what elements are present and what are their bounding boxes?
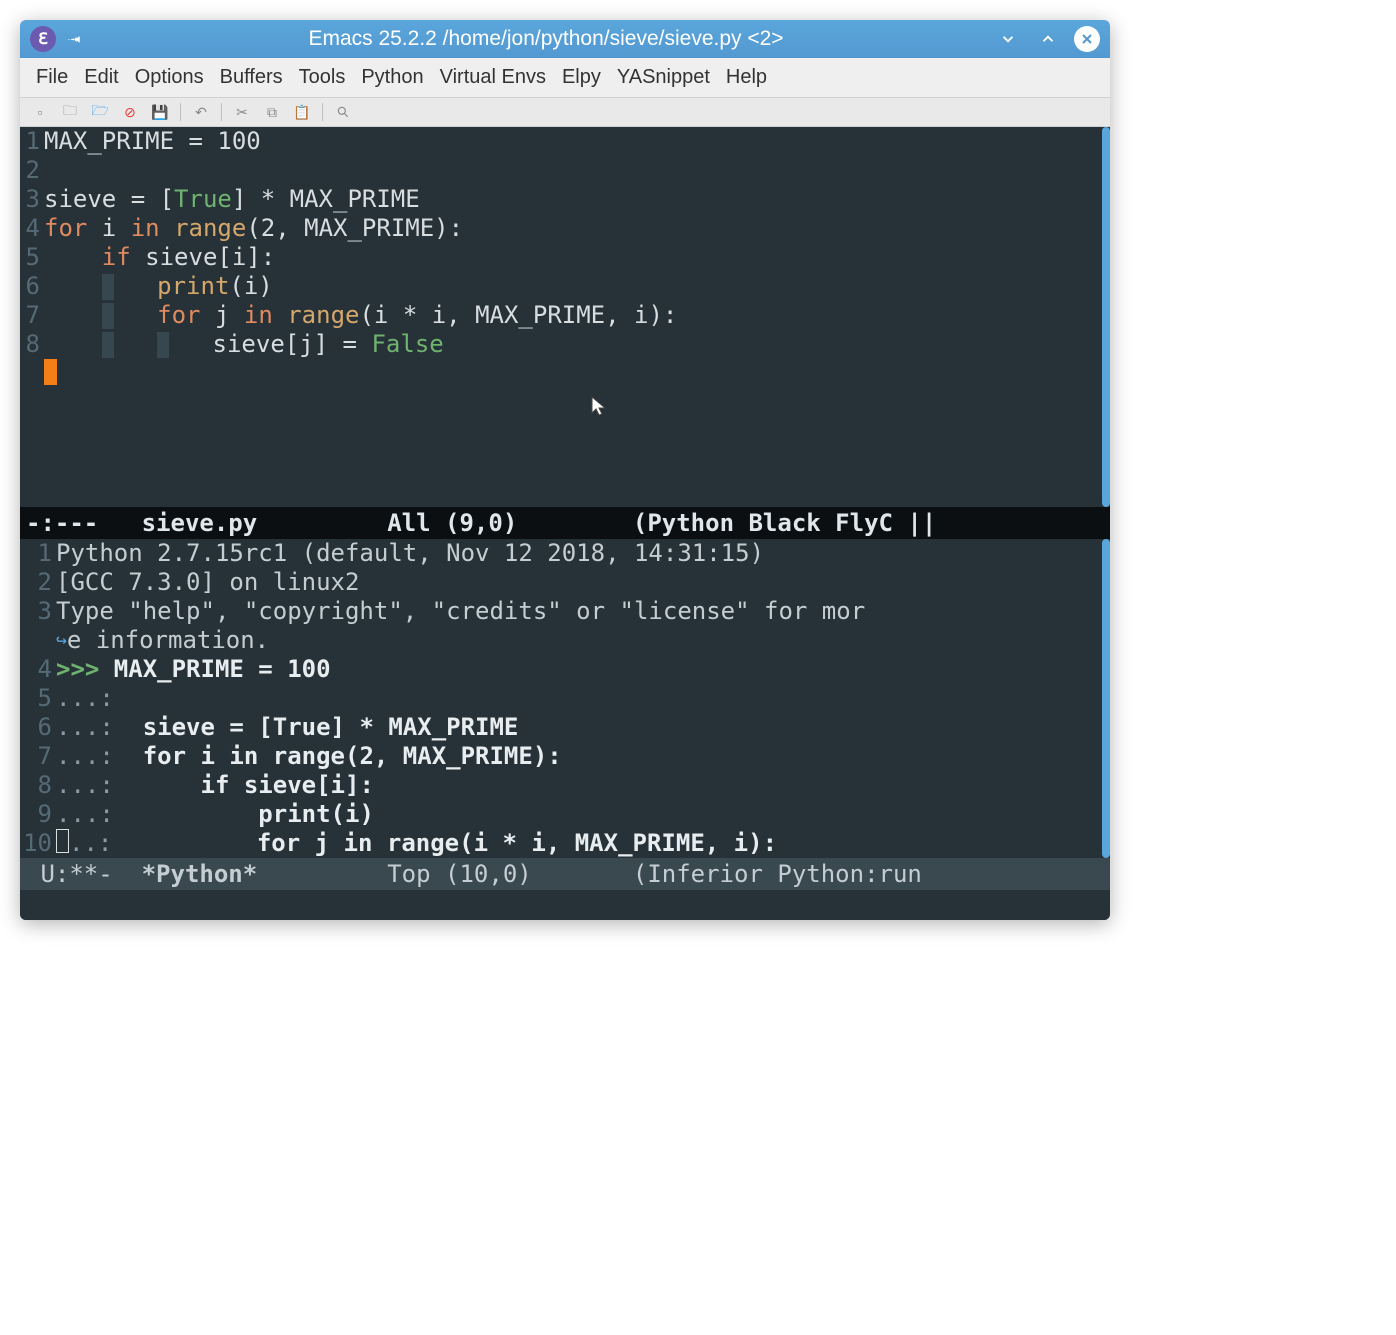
modeline-source[interactable]: -:--- sieve.py All (9,0) (Python Black F… bbox=[20, 507, 1110, 539]
editor-area: 12345678 MAX_PRIME = 100 sieve = [True] *… bbox=[20, 127, 1110, 920]
code-line[interactable]: if sieve[i]: bbox=[44, 243, 1102, 272]
open-file-icon[interactable]: 🗁 bbox=[90, 102, 110, 122]
code-line[interactable]: MAX_PRIME = 100 bbox=[44, 127, 1102, 156]
repl-line[interactable]: ...: if sieve[i]: bbox=[56, 771, 1102, 800]
cut-icon[interactable]: ✂ bbox=[232, 102, 252, 122]
new-file-icon[interactable]: ▫ bbox=[30, 102, 50, 122]
copy-icon[interactable]: ⧉ bbox=[262, 102, 282, 122]
menu-edit[interactable]: Edit bbox=[78, 64, 124, 91]
modeline-buffer: *Python* bbox=[142, 860, 258, 888]
modeline-position: Top (10,0) bbox=[257, 860, 633, 888]
code-line[interactable]: for j in range(i * i, MAX_PRIME, i): bbox=[44, 301, 1102, 330]
menu-python[interactable]: Python bbox=[355, 64, 429, 91]
line-gutter: 12345678 bbox=[20, 127, 44, 507]
source-pane[interactable]: 12345678 MAX_PRIME = 100 sieve = [True] *… bbox=[20, 127, 1110, 507]
modeline-position: All (9,0) bbox=[257, 509, 633, 537]
repl-line[interactable]: ...: bbox=[56, 684, 1102, 713]
repl-output[interactable]: Python 2.7.15rc1 (default, Nov 12 2018, … bbox=[56, 539, 1110, 858]
menu-help[interactable]: Help bbox=[720, 64, 773, 91]
modeline-buffer: sieve.py bbox=[142, 509, 258, 537]
code-line[interactable]: sieve[j] = False bbox=[44, 330, 1102, 359]
close-icon[interactable]: ⊘ bbox=[120, 102, 140, 122]
code-line[interactable]: for i in range(2, MAX_PRIME): bbox=[44, 214, 1102, 243]
window-controls bbox=[994, 25, 1100, 53]
line-gutter: 123 45678910 bbox=[20, 539, 56, 858]
separator bbox=[221, 103, 222, 121]
repl-line[interactable]: ..: for j in range(i * i, MAX_PRIME, i): bbox=[56, 829, 1102, 858]
minimize-button[interactable] bbox=[994, 25, 1022, 53]
undo-icon[interactable]: ↶ bbox=[191, 102, 211, 122]
source-code[interactable]: MAX_PRIME = 100 sieve = [True] * MAX_PRIM… bbox=[44, 127, 1110, 507]
repl-line[interactable]: [GCC 7.3.0] on linux2 bbox=[56, 568, 1102, 597]
menu-buffers[interactable]: Buffers bbox=[214, 64, 289, 91]
code-line[interactable]: sieve = [True] * MAX_PRIME bbox=[44, 185, 1102, 214]
open-dir-icon[interactable]: 🗀 bbox=[60, 102, 80, 122]
emacs-window: ℇ Emacs 25.2.2 /home/jon/python/sieve/si… bbox=[20, 20, 1110, 920]
text-cursor bbox=[44, 359, 57, 385]
repl-line[interactable]: ↪e information. bbox=[56, 626, 1102, 655]
titlebar[interactable]: ℇ Emacs 25.2.2 /home/jon/python/sieve/si… bbox=[20, 20, 1110, 58]
save-icon[interactable]: 💾 bbox=[150, 102, 170, 122]
paste-icon[interactable]: 📋 bbox=[292, 102, 312, 122]
repl-line[interactable]: Type "help", "copyright", "credits" or "… bbox=[56, 597, 1102, 626]
maximize-button[interactable] bbox=[1034, 25, 1062, 53]
repl-line[interactable]: ...: print(i) bbox=[56, 800, 1102, 829]
code-line[interactable]: print(i) bbox=[44, 272, 1102, 301]
modeline-left: -:--- bbox=[26, 509, 142, 537]
menu-tools[interactable]: Tools bbox=[293, 64, 352, 91]
repl-cursor bbox=[56, 829, 69, 853]
menu-virtual-envs[interactable]: Virtual Envs bbox=[434, 64, 552, 91]
scrollbar[interactable] bbox=[1102, 539, 1110, 858]
separator bbox=[322, 103, 323, 121]
search-icon[interactable] bbox=[333, 102, 353, 122]
menu-options[interactable]: Options bbox=[129, 64, 210, 91]
modeline-modes: (Python Black FlyC || bbox=[633, 509, 936, 537]
pin-icon[interactable] bbox=[64, 28, 86, 50]
scrollbar[interactable] bbox=[1102, 127, 1110, 507]
modeline-left: U:**- bbox=[26, 860, 142, 888]
repl-line[interactable]: >>> MAX_PRIME = 100 bbox=[56, 655, 1102, 684]
repl-line[interactable]: Python 2.7.15rc1 (default, Nov 12 2018, … bbox=[56, 539, 1102, 568]
repl-line[interactable]: ...: for i in range(2, MAX_PRIME): bbox=[56, 742, 1102, 771]
separator bbox=[180, 103, 181, 121]
menubar: FileEditOptionsBuffersToolsPythonVirtual… bbox=[20, 58, 1110, 97]
minibuffer[interactable] bbox=[20, 890, 1110, 920]
close-button[interactable] bbox=[1074, 26, 1100, 52]
menu-file[interactable]: File bbox=[30, 64, 74, 91]
menu-elpy[interactable]: Elpy bbox=[556, 64, 607, 91]
repl-line[interactable]: ...: sieve = [True] * MAX_PRIME bbox=[56, 713, 1102, 742]
window-title: Emacs 25.2.2 /home/jon/python/sieve/siev… bbox=[98, 27, 994, 51]
toolbar: ▫ 🗀 🗁 ⊘ 💾 ↶ ✂ ⧉ 📋 bbox=[20, 97, 1110, 127]
emacs-icon: ℇ bbox=[30, 26, 56, 52]
modeline-repl[interactable]: U:**- *Python* Top (10,0) (Inferior Pyth… bbox=[20, 858, 1110, 890]
repl-pane[interactable]: 123 45678910 Python 2.7.15rc1 (default, … bbox=[20, 539, 1110, 858]
code-line[interactable] bbox=[44, 156, 1102, 185]
menu-yasnippet[interactable]: YASnippet bbox=[611, 64, 716, 91]
modeline-modes: (Inferior Python:run bbox=[633, 860, 936, 888]
